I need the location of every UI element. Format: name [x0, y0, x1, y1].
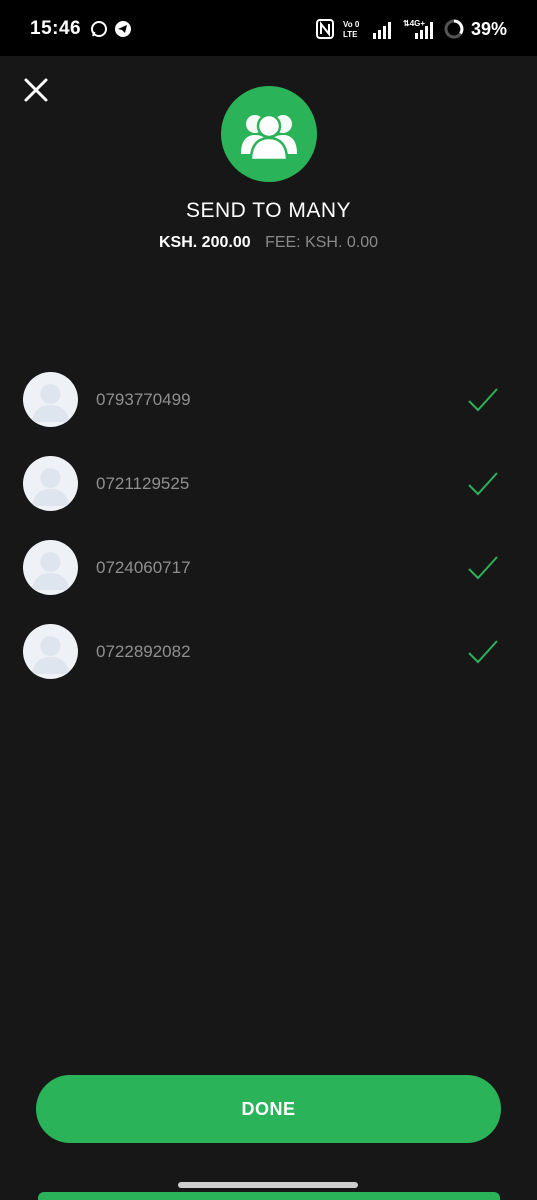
check-icon — [468, 472, 498, 496]
status-bar: 15:46 Vo 0 LTE ⇅4G+ 39% — [0, 0, 537, 56]
battery-percentage: 39% — [470, 19, 507, 39]
recipient-phone: 0721129525 — [96, 474, 190, 493]
check-icon — [468, 640, 498, 664]
recipient-phone: 0722892082 — [96, 642, 191, 661]
contact-avatar — [23, 456, 78, 511]
battery-ring-icon — [444, 19, 464, 39]
recipient-list: 0793770499 0721129525 0724060717 0722892… — [0, 372, 537, 708]
svg-text:Vo 0: Vo 0 — [343, 20, 360, 29]
telegram-icon — [115, 21, 131, 37]
contact-avatar — [23, 624, 78, 679]
amount-summary: KSH. 200.00 FEE: KSH. 0.00 — [0, 234, 537, 252]
recipient-phone: 0793770499 — [96, 390, 191, 409]
done-button[interactable]: DONE — [36, 1075, 501, 1143]
page-title: SEND TO MANY — [185, 199, 352, 222]
person-placeholder-icon — [32, 468, 69, 506]
person-placeholder-icon — [32, 636, 69, 674]
transaction-fee: FEE: KSH. 0.00 — [265, 234, 378, 251]
volte-icon: Vo 0 LTE — [343, 20, 360, 39]
send-to-many-screen: 15:46 Vo 0 LTE ⇅4G+ 39% SEND TO MANY KSH… — [0, 0, 537, 1200]
status-time: 15:46 — [30, 18, 82, 39]
contact-avatar — [23, 540, 78, 595]
nfc-icon — [316, 19, 334, 39]
whatsapp-icon — [91, 21, 107, 37]
recipient-row: 0722892082 — [0, 624, 537, 708]
contact-avatar — [23, 372, 78, 427]
group-people-icon — [241, 113, 297, 162]
bottom-sheet-edge — [38, 1192, 500, 1200]
home-indicator[interactable] — [178, 1182, 358, 1188]
total-amount: KSH. 200.00 — [159, 234, 251, 251]
group-avatar — [221, 86, 317, 182]
svg-text:LTE: LTE — [343, 30, 358, 39]
svg-text:⇅4G+: ⇅4G+ — [403, 19, 425, 28]
close-icon[interactable] — [20, 74, 52, 106]
check-icon — [468, 556, 498, 580]
signal-2-icon: ⇅4G+ — [403, 19, 433, 39]
recipient-row: 0721129525 — [0, 456, 537, 540]
recipient-phone: 0724060717 — [96, 558, 191, 577]
signal-1-icon — [373, 22, 391, 39]
recipient-row: 0793770499 — [0, 372, 537, 456]
check-icon — [468, 388, 498, 412]
person-placeholder-icon — [32, 384, 69, 422]
person-placeholder-icon — [32, 552, 69, 590]
recipient-row: 0724060717 — [0, 540, 537, 624]
